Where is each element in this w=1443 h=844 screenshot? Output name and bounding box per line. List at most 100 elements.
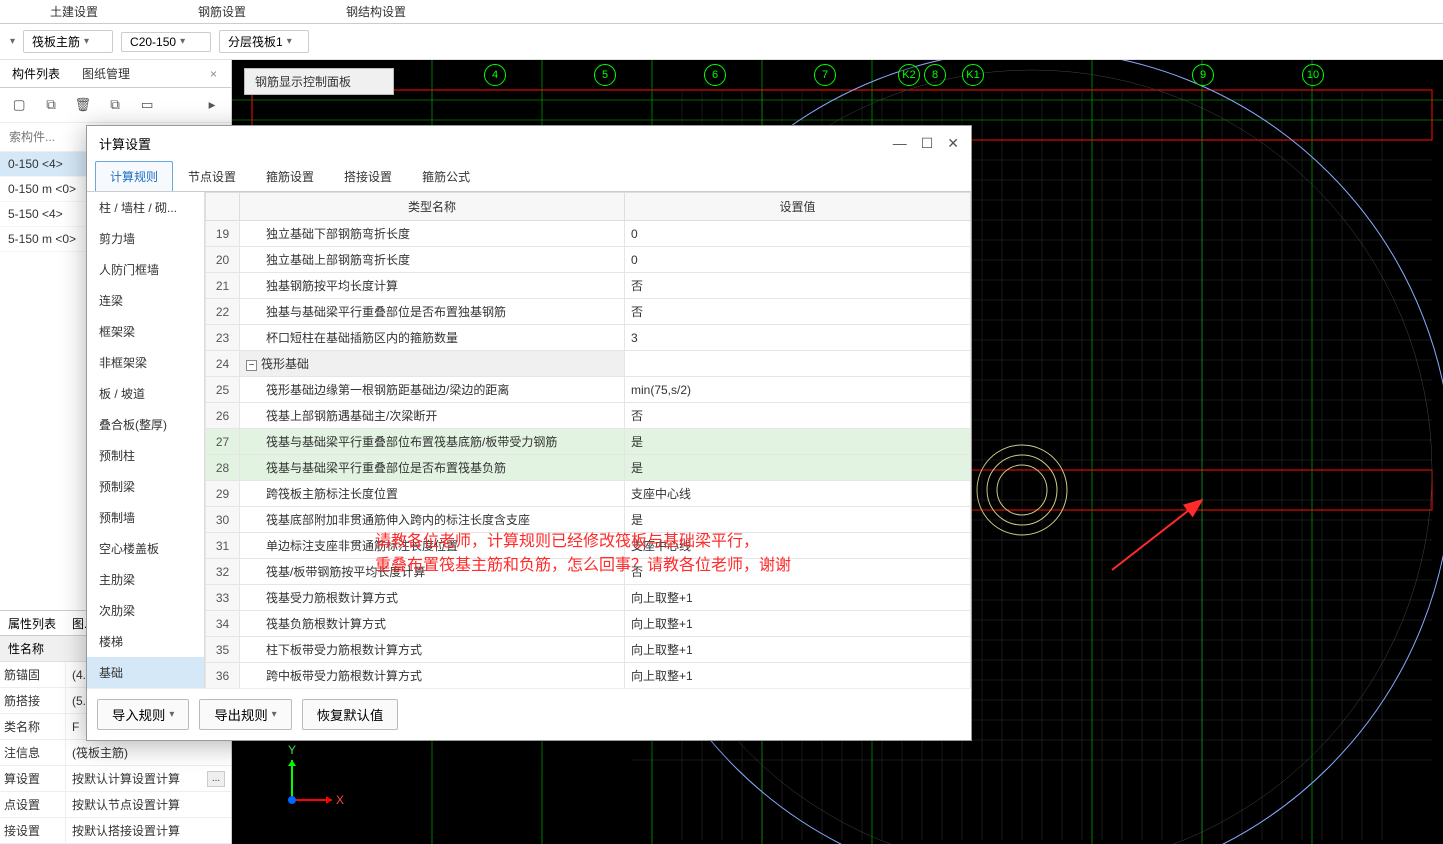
rule-value[interactable]: 向上取整+1 bbox=[625, 585, 971, 611]
new-icon[interactable]: ▢ bbox=[8, 94, 30, 116]
category-item[interactable]: 非框架梁 bbox=[87, 347, 204, 378]
dialog-tab[interactable]: 搭接设置 bbox=[329, 161, 407, 191]
rule-value[interactable]: 否 bbox=[625, 299, 971, 325]
tab-component-list[interactable]: 构件列表 bbox=[6, 61, 66, 86]
reset-defaults-button[interactable]: 恢复默认值 bbox=[302, 699, 399, 730]
category-item[interactable]: 基础 bbox=[87, 657, 204, 688]
grid-label: K2 bbox=[898, 64, 920, 86]
rule-name: 跨中板带受力筋根数计算方式 bbox=[240, 663, 625, 689]
property-value[interactable]: 按默认计算设置计算... bbox=[66, 766, 231, 791]
dialog-tab[interactable]: 计算规则 bbox=[95, 161, 173, 191]
property-value[interactable]: 按默认节点设置计算 bbox=[66, 792, 231, 817]
rule-value[interactable]: 否 bbox=[625, 273, 971, 299]
close-icon[interactable]: × bbox=[202, 67, 225, 81]
tab-civil[interactable]: 土建设置 bbox=[0, 0, 148, 23]
row-number: 21 bbox=[206, 273, 240, 299]
category-item[interactable]: 预制梁 bbox=[87, 471, 204, 502]
category-item[interactable]: 柱 / 墙柱 / 砌... bbox=[87, 192, 204, 223]
layer-value: 分层筏板1 bbox=[228, 33, 283, 50]
category-item[interactable]: 楼梯 bbox=[87, 626, 204, 657]
table-row[interactable]: 20独立基础上部钢筋弯折长度0 bbox=[206, 247, 971, 273]
category-item[interactable]: 连梁 bbox=[87, 285, 204, 316]
rule-name: 单边标注支座非贯通筋标注长度位置 bbox=[240, 533, 625, 559]
layer-dropdown[interactable]: 分层筏板1 ▾ bbox=[219, 30, 309, 53]
rule-name: 筏基/板带钢筋按平均长度计算 bbox=[240, 559, 625, 585]
rule-value[interactable]: 0 bbox=[625, 221, 971, 247]
table-row[interactable]: 25筏形基础边缘第一根钢筋距基础边/梁边的距离min(75,s/2) bbox=[206, 377, 971, 403]
row-number: 26 bbox=[206, 403, 240, 429]
rule-value[interactable]: 向上取整+1 bbox=[625, 637, 971, 663]
table-row[interactable]: 27筏基与基础梁平行重叠部位布置筏基底筋/板带受力钢筋是 bbox=[206, 429, 971, 455]
category-item[interactable]: 空心楼盖板 bbox=[87, 533, 204, 564]
table-row[interactable]: 29跨筏板主筋标注长度位置支座中心线 bbox=[206, 481, 971, 507]
rebar-type-dropdown[interactable]: 筏板主筋 ▾ bbox=[23, 30, 113, 53]
maximize-icon[interactable]: ☐ bbox=[921, 135, 934, 152]
row-number: 20 bbox=[206, 247, 240, 273]
tab-rebar[interactable]: 钢筋设置 bbox=[148, 0, 296, 23]
more-icon[interactable]: ▸ bbox=[201, 94, 223, 116]
table-row[interactable]: 30筏基底部附加非贯通筋伸入跨内的标注长度含支座是 bbox=[206, 507, 971, 533]
rebar-display-panel[interactable]: 钢筋显示控制面板 bbox=[244, 68, 394, 95]
grade-dropdown[interactable]: C20-150 ▾ bbox=[121, 32, 211, 52]
property-value[interactable]: (筏板主筋) bbox=[66, 740, 231, 765]
table-row[interactable]: 35柱下板带受力筋根数计算方式向上取整+1 bbox=[206, 637, 971, 663]
table-row[interactable]: 33筏基受力筋根数计算方式向上取整+1 bbox=[206, 585, 971, 611]
category-item[interactable]: 预制柱 bbox=[87, 440, 204, 471]
dialog-tab[interactable]: 节点设置 bbox=[173, 161, 251, 191]
rule-value[interactable] bbox=[625, 351, 971, 377]
table-row[interactable]: 34筏基负筋根数计算方式向上取整+1 bbox=[206, 611, 971, 637]
col-value: 设置值 bbox=[625, 193, 971, 221]
table-row[interactable]: 23杯口短柱在基础插筋区内的箍筋数量3 bbox=[206, 325, 971, 351]
rule-value[interactable]: min(75,s/2) bbox=[625, 377, 971, 403]
table-row[interactable]: 36跨中板带受力筋根数计算方式向上取整+1 bbox=[206, 663, 971, 689]
row-number: 25 bbox=[206, 377, 240, 403]
rule-value[interactable]: 3 bbox=[625, 325, 971, 351]
minimize-icon[interactable]: — bbox=[893, 135, 907, 152]
import-rules-button[interactable]: 导入规则 ▾ bbox=[97, 699, 189, 730]
tab-drawing-manage[interactable]: 图纸管理 bbox=[76, 61, 136, 86]
rule-value[interactable]: 否 bbox=[625, 559, 971, 585]
property-label: 筋锚固 bbox=[0, 662, 66, 687]
dialog-tab[interactable]: 箍筋设置 bbox=[251, 161, 329, 191]
category-item[interactable]: 人防门框墙 bbox=[87, 254, 204, 285]
row-number: 31 bbox=[206, 533, 240, 559]
rule-value[interactable]: 是 bbox=[625, 429, 971, 455]
paste-icon[interactable]: ⧉ bbox=[104, 94, 126, 116]
rule-value[interactable]: 向上取整+1 bbox=[625, 663, 971, 689]
tab-steel[interactable]: 钢结构设置 bbox=[296, 0, 456, 23]
category-item[interactable]: 剪力墙 bbox=[87, 223, 204, 254]
rule-value[interactable]: 0 bbox=[625, 247, 971, 273]
rule-value[interactable]: 否 bbox=[625, 403, 971, 429]
export-rules-button[interactable]: 导出规则 ▾ bbox=[199, 699, 291, 730]
table-row[interactable]: 19独立基础下部钢筋弯折长度0 bbox=[206, 221, 971, 247]
dialog-tab[interactable]: 箍筋公式 bbox=[407, 161, 485, 191]
copy-icon[interactable]: ⧉ bbox=[40, 94, 62, 116]
close-icon[interactable]: ✕ bbox=[947, 135, 959, 152]
category-item[interactable]: 框架梁 bbox=[87, 316, 204, 347]
category-item[interactable]: 预制墙 bbox=[87, 502, 204, 533]
table-row[interactable]: 32筏基/板带钢筋按平均长度计算否 bbox=[206, 559, 971, 585]
table-row[interactable]: 26筏基上部钢筋遇基础主/次梁断开否 bbox=[206, 403, 971, 429]
rule-value[interactable]: 是 bbox=[625, 507, 971, 533]
table-row[interactable]: 24−筏形基础 bbox=[206, 351, 971, 377]
delete-icon[interactable]: 🗑 bbox=[72, 94, 94, 116]
rule-value[interactable]: 是 bbox=[625, 455, 971, 481]
rule-value[interactable]: 支座中心线 bbox=[625, 533, 971, 559]
tab-properties[interactable]: 属性列表 bbox=[0, 611, 64, 636]
table-row[interactable]: 31单边标注支座非贯通筋标注长度位置支座中心线 bbox=[206, 533, 971, 559]
chevron-down-icon[interactable]: ▾ bbox=[10, 36, 15, 47]
category-item[interactable]: 叠合板(整厚) bbox=[87, 409, 204, 440]
chevron-down-icon: ▾ bbox=[180, 36, 185, 47]
more-icon[interactable]: ... bbox=[207, 771, 225, 787]
rule-value[interactable]: 向上取整+1 bbox=[625, 611, 971, 637]
property-value[interactable]: 按默认搭接设置计算 bbox=[66, 818, 231, 843]
table-row[interactable]: 21独基钢筋按平均长度计算否 bbox=[206, 273, 971, 299]
category-item[interactable]: 次肋梁 bbox=[87, 595, 204, 626]
rule-value[interactable]: 支座中心线 bbox=[625, 481, 971, 507]
collapse-icon[interactable]: − bbox=[246, 360, 257, 371]
table-row[interactable]: 22独基与基础梁平行重叠部位是否布置独基钢筋否 bbox=[206, 299, 971, 325]
table-row[interactable]: 28筏基与基础梁平行重叠部位是否布置筏基负筋是 bbox=[206, 455, 971, 481]
category-item[interactable]: 主肋梁 bbox=[87, 564, 204, 595]
layer-icon[interactable]: ▭ bbox=[136, 94, 158, 116]
category-item[interactable]: 板 / 坡道 bbox=[87, 378, 204, 409]
